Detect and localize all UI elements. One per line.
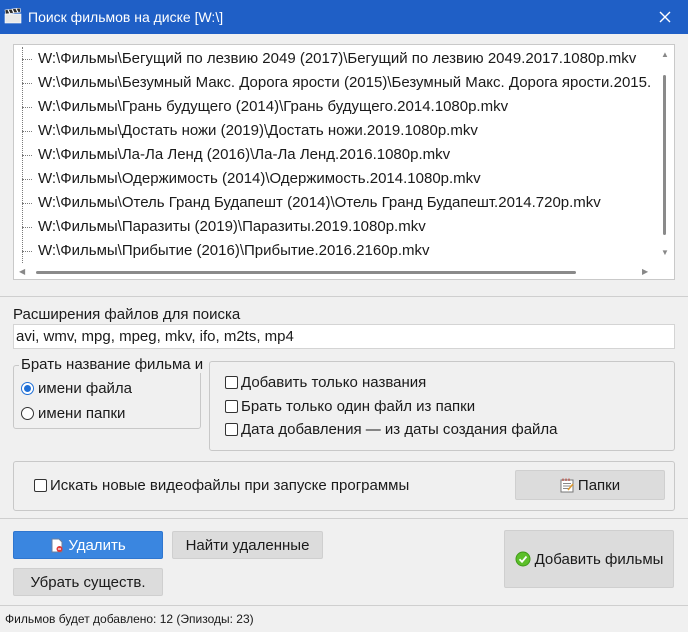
status-text: Фильмов будет добавлено: 12 (Эпизоды: 23… (5, 612, 254, 626)
radio-folder-name[interactable] (21, 407, 34, 420)
list-item[interactable]: W:\Фильмы\Грань будущего (2014)\Грань бу… (14, 95, 656, 119)
add-movies-button[interactable]: Добавить фильмы (504, 530, 674, 588)
divider (0, 518, 688, 519)
file-list-items: W:\Фильмы\Бегущий по лезвию 2049 (2017)\… (14, 47, 656, 263)
folders-button[interactable]: Папки (515, 470, 665, 500)
list-item[interactable]: W:\Фильмы\Паразиты (2019)\Паразиты.2019.… (14, 215, 656, 239)
radio-file-name-label[interactable]: имени файла (38, 380, 132, 397)
tree-branch (22, 155, 32, 156)
scroll-right-arrow-icon[interactable]: ▶ (642, 268, 648, 276)
folders-button-label: Папки (577, 476, 621, 494)
scroll-down-arrow-icon[interactable]: ▼ (661, 249, 669, 257)
close-button[interactable] (642, 0, 688, 34)
list-item-text: W:\Фильмы\Одержимость (2014)\Одержимость… (38, 170, 481, 187)
list-item[interactable]: W:\Фильмы\Ла-Ла Ленд (2016)\Ла-Ла Ленд.2… (14, 143, 656, 167)
horizontal-scrollbar[interactable]: ◀ ▶ (14, 263, 674, 279)
list-item[interactable]: W:\Фильмы\Достать ножи (2019)\Достать но… (14, 119, 656, 143)
vertical-scroll-thumb[interactable] (663, 75, 666, 235)
list-item[interactable]: W:\Фильмы\Одержимость (2014)\Одержимость… (14, 167, 656, 191)
scan-on-startup-label[interactable]: Искать новые видеофайлы при запуске прог… (50, 477, 409, 494)
window-title: Поиск фильмов на диске [W:\] (28, 9, 224, 25)
list-item[interactable]: W:\Фильмы\Безумный Макс. Дорога ярости (… (14, 71, 656, 95)
tree-branch (22, 131, 32, 132)
date-from-creation-label[interactable]: Дата добавления — из даты создания файла (241, 421, 558, 438)
scan-on-startup-checkbox[interactable] (34, 479, 47, 492)
extensions-label: Расширения файлов для поиска (13, 306, 241, 323)
horizontal-scroll-thumb[interactable] (36, 271, 576, 274)
add-movies-button-label: Добавить фильмы (534, 550, 664, 568)
radio-file-name[interactable] (21, 382, 34, 395)
found-files-list[interactable]: W:\Фильмы\Бегущий по лезвию 2049 (2017)\… (13, 44, 675, 280)
tree-branch (22, 59, 32, 60)
tree-branch (22, 203, 32, 204)
list-item-text: W:\Фильмы\Достать ножи (2019)\Достать но… (38, 122, 478, 139)
tree-branch (22, 227, 32, 228)
delete-button[interactable]: Удалить (13, 531, 163, 559)
list-item[interactable]: W:\Фильмы\Прибытие (2016)\Прибытие.2016.… (14, 239, 656, 263)
one-file-per-folder-label[interactable]: Брать только один файл из папки (241, 398, 475, 415)
tree-branch (22, 179, 32, 180)
green-check-icon (515, 551, 531, 567)
list-item-text: W:\Фильмы\Паразиты (2019)\Паразиты.2019.… (38, 218, 426, 235)
tree-branch (22, 251, 32, 252)
vertical-scrollbar[interactable]: ▲ ▼ (656, 45, 674, 261)
remove-existing-button-label: Убрать существ. (30, 573, 146, 591)
radio-folder-name-label[interactable]: имени папки (38, 405, 125, 422)
list-item[interactable]: W:\Фильмы\Бегущий по лезвию 2049 (2017)\… (14, 47, 656, 71)
list-item-text: W:\Фильмы\Отель Гранд Будапешт (2014)\От… (38, 194, 601, 211)
find-deleted-button[interactable]: Найти удаленные (172, 531, 323, 559)
search-movies-window: Поиск фильмов на диске [W:\] W:\Фильмы\Б… (0, 0, 688, 632)
film-clapper-icon (4, 7, 22, 24)
titles-only-label[interactable]: Добавить только названия (241, 374, 426, 391)
list-item-text: W:\Фильмы\Ла-Ла Ленд (2016)\Ла-Ла Ленд.2… (38, 146, 451, 163)
list-item-text: W:\Фильмы\Прибытие (2016)\Прибытие.2016.… (38, 242, 430, 259)
remove-existing-button[interactable]: Убрать существ. (13, 568, 163, 596)
scroll-up-arrow-icon[interactable]: ▲ (661, 51, 669, 59)
list-item-text: W:\Фильмы\Бегущий по лезвию 2049 (2017)\… (38, 50, 637, 67)
list-item-text: W:\Фильмы\Безумный Макс. Дорога ярости (… (38, 74, 652, 91)
find-deleted-button-label: Найти удаленные (185, 536, 310, 554)
list-item-text: W:\Фильмы\Грань будущего (2014)\Грань бу… (38, 98, 509, 115)
divider (0, 296, 688, 297)
list-item[interactable]: W:\Фильмы\Отель Гранд Будапешт (2014)\От… (14, 191, 656, 215)
tree-branch (22, 83, 32, 84)
delete-document-icon (50, 538, 64, 553)
divider (0, 605, 688, 606)
tree-branch (22, 107, 32, 108)
close-icon (659, 11, 671, 23)
delete-button-label: Удалить (68, 536, 126, 554)
title-bar: Поиск фильмов на диске [W:\] (0, 0, 688, 34)
scroll-left-arrow-icon[interactable]: ◀ (19, 268, 25, 276)
titles-only-checkbox[interactable] (225, 376, 238, 389)
one-file-per-folder-checkbox[interactable] (225, 400, 238, 413)
name-source-label: Брать название фильма и (19, 356, 206, 373)
date-from-creation-checkbox[interactable] (225, 423, 238, 436)
extensions-input[interactable]: avi, wmv, mpg, mpeg, mkv, ifo, m2ts, mp4 (13, 324, 675, 349)
notepad-icon (560, 478, 574, 493)
